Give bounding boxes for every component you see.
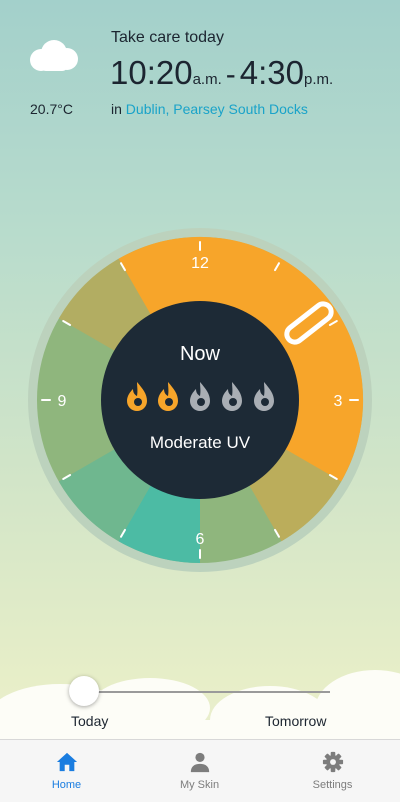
- temperature: 20.7°C: [30, 101, 73, 117]
- time-separator: -: [225, 58, 236, 91]
- slider-tomorrow-label: Tomorrow: [265, 713, 327, 729]
- day-slider-track[interactable]: [84, 691, 330, 693]
- uv-clock-dial[interactable]: 12 3 6 9: [28, 228, 372, 572]
- tab-home-label: Home: [51, 779, 82, 791]
- location-link[interactable]: Dublin, Pearsey South Docks: [126, 101, 308, 117]
- home-icon: [56, 752, 77, 772]
- hour-label-6: 6: [196, 531, 205, 548]
- tab-my-skin-label: My Skin: [179, 779, 220, 791]
- cloud-icon: [30, 40, 78, 71]
- start-suffix: a.m.: [192, 71, 222, 88]
- tab-settings-label: Settings: [312, 779, 353, 791]
- tab-my-skin[interactable]: My Skin: [133, 740, 266, 802]
- person-icon: [190, 752, 209, 773]
- time-range: 10:20a.m. -4:30p.m.: [110, 54, 333, 92]
- start-time: 10:20: [110, 54, 193, 91]
- hour-label-9: 9: [58, 393, 67, 410]
- end-suffix: p.m.: [304, 71, 334, 88]
- tab-home[interactable]: Home: [0, 740, 133, 802]
- header-title: Take care today: [111, 29, 224, 46]
- hour-label-3: 3: [334, 393, 343, 410]
- location-prefix: in: [111, 101, 122, 117]
- location-line: in Dublin, Pearsey South Docks: [111, 101, 308, 117]
- tab-bar: Home My Skin Settings: [0, 739, 400, 802]
- decorative-clouds: [0, 670, 400, 740]
- slider-today-label: Today: [71, 713, 109, 729]
- uv-level-label: Moderate UV: [149, 433, 251, 452]
- tab-settings[interactable]: Settings: [266, 740, 399, 802]
- day-slider-thumb[interactable]: [69, 676, 99, 706]
- hour-label-12: 12: [191, 255, 209, 272]
- gear-icon: [322, 751, 343, 773]
- end-time: 4:30: [239, 54, 305, 91]
- now-label: Now: [179, 343, 220, 365]
